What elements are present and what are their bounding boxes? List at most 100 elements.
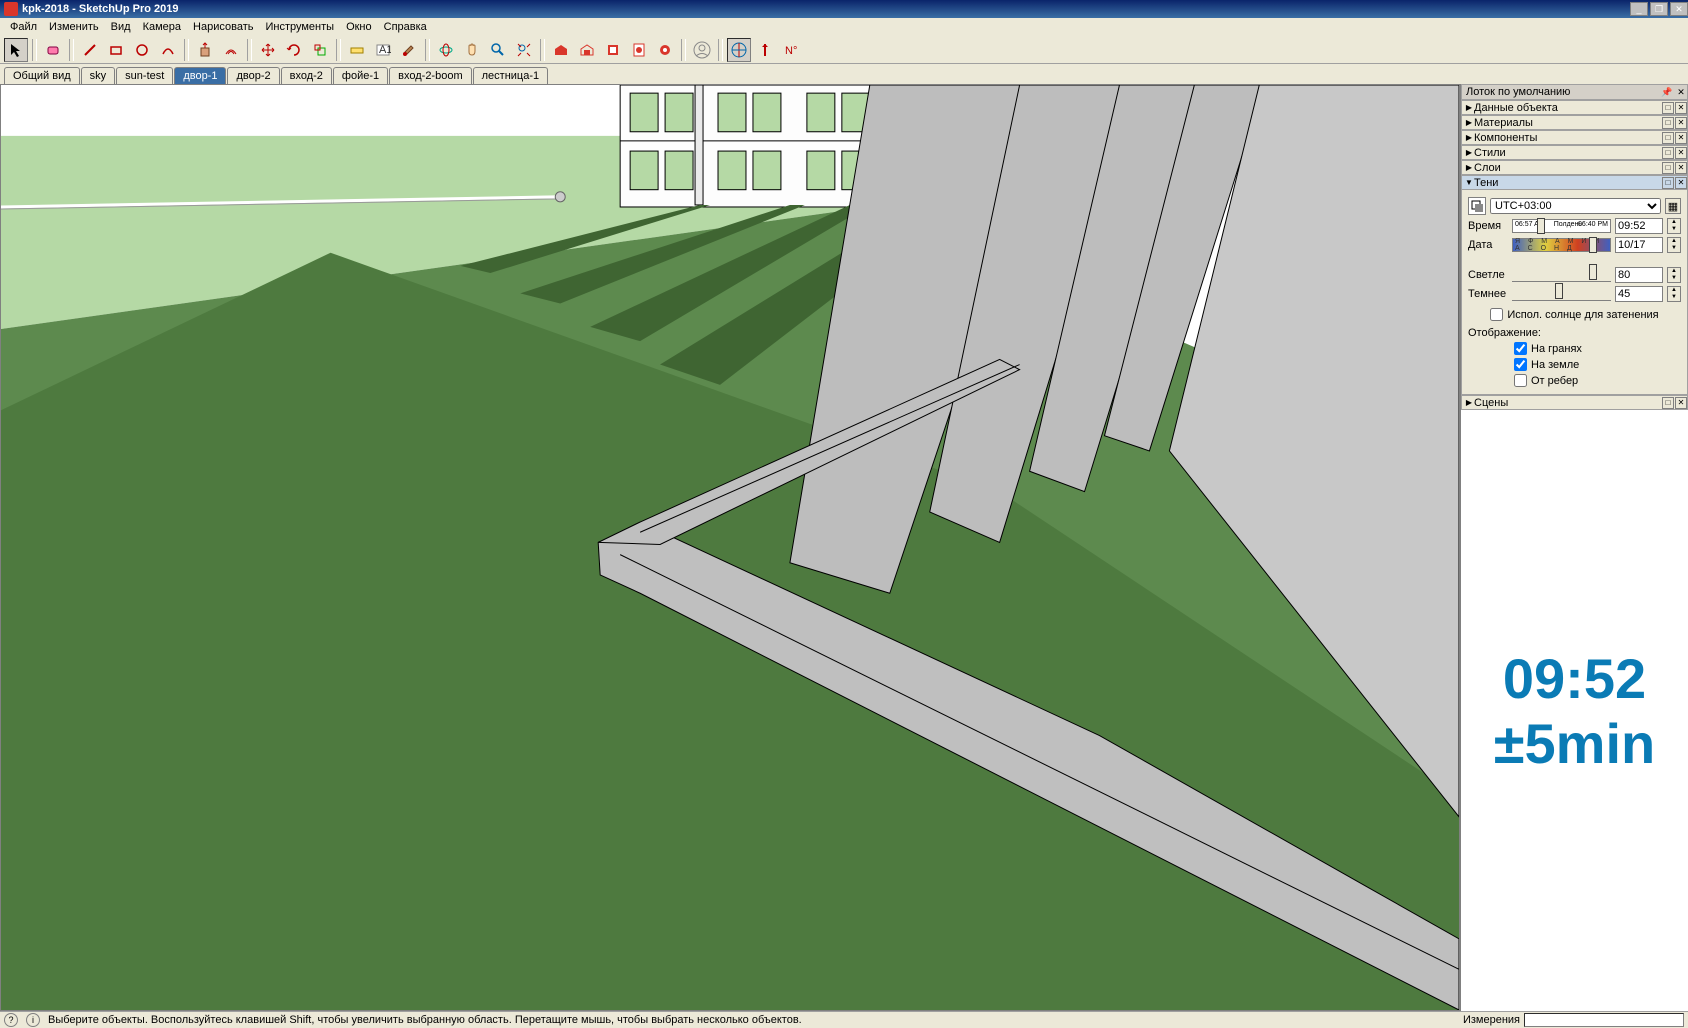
time-slider[interactable]: 06:57 AM Полдень 06:40 PM (1512, 219, 1611, 233)
north-text-tool[interactable]: N° (779, 38, 803, 62)
panel-layers[interactable]: ▶Слои□✕ (1461, 160, 1688, 175)
eraser-tool[interactable] (41, 38, 65, 62)
close-button[interactable]: ✕ (1670, 2, 1688, 16)
status-bar: ? i Выберите объекты. Воспользуйтесь кла… (0, 1011, 1688, 1028)
on-ground-checkbox[interactable] (1514, 358, 1527, 371)
scale-tool[interactable] (308, 38, 332, 62)
scene-tab[interactable]: Общий вид (4, 67, 80, 84)
tray-title: Лоток по умолчанию 📌 ✕ (1461, 84, 1688, 100)
use-sun-label: Испол. солнце для затенения (1507, 309, 1658, 321)
menu-window[interactable]: Окно (340, 19, 378, 35)
svg-text:A1: A1 (379, 44, 391, 56)
select-tool[interactable] (4, 38, 28, 62)
svg-text:N°: N° (785, 45, 797, 57)
panel-scenes[interactable]: ▶Сцены□✕ (1461, 395, 1688, 410)
line-tool[interactable] (78, 38, 102, 62)
panel-entity-info[interactable]: ▶Данные объекта□✕ (1461, 100, 1688, 115)
dark-spinner[interactable]: ▲▼ (1667, 286, 1681, 302)
app-icon (4, 2, 18, 16)
use-sun-checkbox (1490, 308, 1503, 321)
scene-tab[interactable]: двор-1 (174, 67, 226, 84)
text-tool[interactable]: A1 (371, 38, 395, 62)
dark-input[interactable] (1615, 286, 1663, 302)
tray-title-text: Лоток по умолчанию (1466, 86, 1570, 98)
menu-tools[interactable]: Инструменты (259, 19, 340, 35)
time-spinner[interactable]: ▲▼ (1667, 218, 1681, 234)
minimize-button[interactable]: _ (1630, 2, 1648, 16)
menu-file[interactable]: Файл (4, 19, 43, 35)
time-input[interactable] (1615, 218, 1663, 234)
menu-view[interactable]: Вид (105, 19, 137, 35)
shadows-settings: UTC+03:00 ▦ Время 06:57 AM Полдень 06:40… (1461, 190, 1688, 395)
menu-draw[interactable]: Нарисовать (187, 19, 259, 35)
timezone-select[interactable]: UTC+03:00 (1490, 198, 1661, 214)
time-label: Время (1468, 220, 1508, 232)
date-label: Дата (1468, 239, 1508, 251)
overlay-time-panel: 09:52 ±5min (1461, 410, 1688, 1011)
light-slider[interactable] (1512, 268, 1611, 282)
warehouse-tool[interactable] (549, 38, 573, 62)
orbit-tool[interactable] (434, 38, 458, 62)
pushpull-tool[interactable] (193, 38, 217, 62)
zoom-extents-tool[interactable] (512, 38, 536, 62)
scene-tab[interactable]: вход-2 (281, 67, 332, 84)
date-slider[interactable]: Я Ф М А М И И А С О Н Д (1512, 238, 1611, 252)
warehouse-open-tool[interactable] (575, 38, 599, 62)
panel-materials[interactable]: ▶Материалы□✕ (1461, 115, 1688, 130)
panel-components[interactable]: ▶Компоненты□✕ (1461, 130, 1688, 145)
measure-label: Измерения (1463, 1014, 1520, 1026)
extension-warehouse-tool[interactable] (601, 38, 625, 62)
scene-tabs-bar: Общий вид sky sun-test двор-1 двор-2 вхо… (0, 64, 1688, 84)
scene-tab[interactable]: sun-test (116, 67, 173, 84)
extension-manager-tool[interactable] (653, 38, 677, 62)
tray-pin-icon[interactable]: 📌 (1661, 86, 1673, 98)
menu-camera[interactable]: Камера (137, 19, 187, 35)
scene-tab[interactable]: двор-2 (227, 67, 279, 84)
offset-tool[interactable] (219, 38, 243, 62)
menu-edit[interactable]: Изменить (43, 19, 105, 35)
zoom-tool[interactable] (486, 38, 510, 62)
arc-tool[interactable] (156, 38, 180, 62)
rectangle-tool[interactable] (104, 38, 128, 62)
panel-shadows[interactable]: ▼Тени□✕ (1461, 175, 1688, 190)
panel-styles[interactable]: ▶Стили□✕ (1461, 145, 1688, 160)
on-faces-checkbox[interactable] (1514, 342, 1527, 355)
date-spinner[interactable]: ▲▼ (1667, 237, 1681, 253)
scene-tab[interactable]: вход-2-boom (389, 67, 471, 84)
pan-tool[interactable] (460, 38, 484, 62)
layout-tool[interactable] (627, 38, 651, 62)
shadow-detail-icon[interactable]: ▦ (1665, 198, 1681, 214)
light-label: Светле (1468, 269, 1508, 281)
scene-tab[interactable]: лестница-1 (473, 67, 549, 84)
date-input[interactable] (1615, 237, 1663, 253)
measurements-input[interactable] (1524, 1013, 1684, 1027)
overlay-tolerance: ±5min (1494, 711, 1655, 776)
menu-help[interactable]: Справка (378, 19, 433, 35)
3d-viewport[interactable] (0, 84, 1460, 1011)
status-hint: Выберите объекты. Воспользуйтесь клавише… (48, 1014, 1463, 1026)
tray-close-icon[interactable]: ✕ (1675, 86, 1687, 98)
shadow-toggle-icon[interactable] (1468, 197, 1486, 215)
tape-tool[interactable] (345, 38, 369, 62)
north-angle-tool[interactable] (753, 38, 777, 62)
maximize-button[interactable]: ❐ (1650, 2, 1668, 16)
info-icon[interactable]: i (26, 1013, 40, 1027)
dark-slider[interactable] (1512, 287, 1611, 301)
circle-tool[interactable] (130, 38, 154, 62)
paint-tool[interactable] (397, 38, 421, 62)
scene-tab[interactable]: фойе-1 (333, 67, 388, 84)
solar-north-tool[interactable] (727, 38, 751, 62)
light-spinner[interactable]: ▲▼ (1667, 267, 1681, 283)
scene-tab[interactable]: sky (81, 67, 116, 84)
light-input[interactable] (1615, 267, 1663, 283)
user-icon[interactable] (690, 38, 714, 62)
from-edges-checkbox[interactable] (1514, 374, 1527, 387)
dark-label: Темнее (1468, 288, 1508, 300)
move-tool[interactable] (256, 38, 280, 62)
overlay-time: 09:52 (1503, 646, 1646, 711)
tray-panel: Лоток по умолчанию 📌 ✕ ▶Данные объекта□✕… (1460, 84, 1688, 1011)
title-bar: kpk-2018 - SketchUp Pro 2019 _ ❐ ✕ (0, 0, 1688, 18)
rotate-tool[interactable] (282, 38, 306, 62)
main-toolbar: A1 N° (0, 36, 1688, 64)
help-icon[interactable]: ? (4, 1013, 18, 1027)
